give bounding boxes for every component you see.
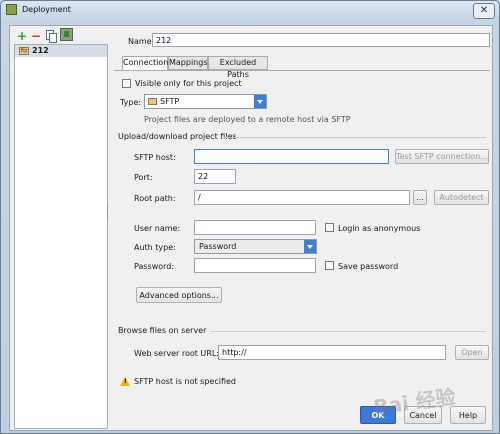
tab-connection[interactable]: Connection bbox=[122, 56, 168, 70]
save-password-label: Save password bbox=[338, 262, 399, 271]
help-button[interactable]: Help bbox=[450, 406, 486, 424]
login-anonymous-checkbox[interactable] bbox=[325, 223, 334, 232]
section-divider bbox=[224, 137, 486, 138]
server-item-label: 212 bbox=[32, 46, 49, 55]
browse-section-title: Browse files on server bbox=[118, 326, 207, 335]
cancel-button[interactable]: Cancel bbox=[404, 406, 442, 424]
deployment-window: Deployment ✕ + − ftp 212 Name: Conn bbox=[0, 0, 500, 434]
chevron-down-icon bbox=[254, 95, 266, 108]
warning-icon bbox=[120, 377, 130, 386]
password-input[interactable] bbox=[194, 258, 316, 273]
copy-server-icon[interactable] bbox=[45, 30, 57, 43]
port-label: Port: bbox=[134, 173, 153, 182]
password-label: Password: bbox=[134, 262, 175, 271]
save-password-checkbox[interactable] bbox=[325, 261, 334, 270]
ok-button[interactable]: OK bbox=[360, 406, 396, 424]
auth-type-value: Password bbox=[199, 242, 237, 251]
root-path-label: Root path: bbox=[134, 194, 176, 203]
user-name-label: User name: bbox=[134, 224, 181, 233]
advanced-options-button[interactable]: Advanced options... bbox=[136, 287, 222, 303]
use-as-default-icon[interactable] bbox=[60, 28, 73, 41]
window-title: Deployment bbox=[22, 5, 71, 14]
autodetect-button[interactable]: Autodetect bbox=[434, 190, 489, 205]
add-server-button[interactable]: + bbox=[16, 30, 28, 42]
test-connection-button[interactable]: Test SFTP connection... bbox=[395, 149, 489, 164]
visible-only-label: Visible only for this project bbox=[135, 79, 242, 88]
tab-excluded-paths[interactable]: Excluded Paths bbox=[208, 56, 268, 79]
name-field[interactable] bbox=[152, 33, 490, 47]
web-root-input[interactable] bbox=[218, 345, 446, 360]
server-list-pane: + − ftp 212 bbox=[10, 26, 108, 430]
user-name-input[interactable] bbox=[194, 220, 316, 235]
web-root-label: Web server root URL: bbox=[134, 349, 219, 358]
server-list-item[interactable]: ftp 212 bbox=[15, 45, 107, 57]
upload-section-title: Upload/download project files bbox=[118, 132, 237, 141]
close-icon[interactable]: ✕ bbox=[473, 3, 495, 19]
app-icon bbox=[6, 4, 17, 15]
type-select[interactable]: SFTP bbox=[144, 94, 267, 109]
pane-splitter[interactable] bbox=[107, 204, 110, 220]
open-button[interactable]: Open bbox=[455, 345, 489, 360]
auth-type-label: Auth type: bbox=[134, 243, 176, 252]
sftp-host-input[interactable] bbox=[194, 149, 389, 164]
server-settings-pane: Name: Connection Mappings Excluded Paths… bbox=[114, 26, 490, 430]
dialog-client-area: + − ftp 212 Name: Connection Mappings Ex… bbox=[9, 25, 493, 431]
connection-panel: Visible only for this project Type: SFTP… bbox=[114, 70, 490, 420]
sftp-host-label: SFTP host: bbox=[134, 153, 176, 162]
login-anonymous-label: Login as anonymous bbox=[338, 224, 421, 233]
chevron-down-icon bbox=[304, 240, 316, 253]
tab-mappings[interactable]: Mappings bbox=[168, 56, 208, 70]
title-bar: Deployment ✕ bbox=[1, 1, 499, 19]
root-path-input[interactable] bbox=[194, 190, 410, 205]
type-label: Type: bbox=[120, 98, 142, 107]
warning-message: SFTP host is not specified bbox=[134, 377, 237, 386]
sftp-type-icon bbox=[148, 98, 157, 105]
visible-only-checkbox[interactable] bbox=[122, 79, 131, 88]
port-input[interactable] bbox=[194, 169, 236, 184]
section-divider bbox=[210, 331, 486, 332]
type-description: Project files are deployed to a remote h… bbox=[144, 115, 351, 124]
browse-path-button[interactable]: ... bbox=[413, 190, 427, 205]
server-list: ftp 212 bbox=[14, 44, 108, 429]
remove-server-button[interactable]: − bbox=[30, 30, 42, 42]
auth-type-select[interactable]: Password bbox=[194, 239, 317, 254]
type-select-value: SFTP bbox=[160, 97, 180, 106]
sftp-server-icon: ftp bbox=[19, 47, 29, 55]
name-label: Name: bbox=[128, 37, 155, 46]
